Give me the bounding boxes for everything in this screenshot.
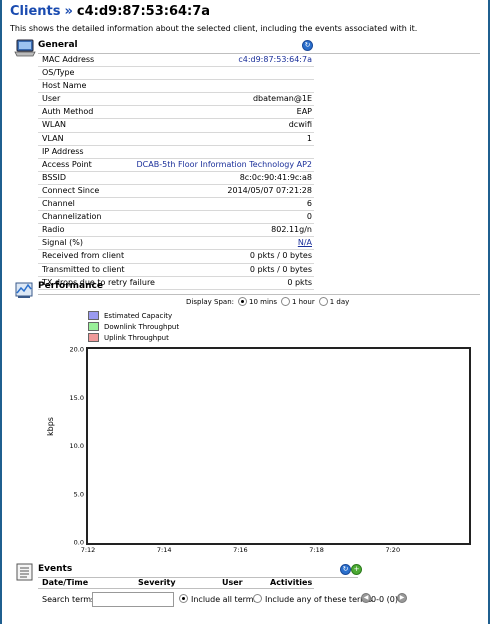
next-page-icon[interactable]: ▶ (397, 593, 407, 603)
events-search-row: Search terms Include all terms Include a… (38, 592, 478, 608)
search-terms-label: Search terms (42, 595, 96, 604)
pager-range: 0-0 (0) (371, 595, 398, 604)
y-tick-label: 5.0 (74, 490, 84, 498)
y-tick-label: 15.0 (70, 394, 84, 402)
events-section-header: Events ↻ + (38, 563, 362, 578)
include-all-terms-radio[interactable] (179, 594, 188, 603)
chart-plot-area (86, 347, 471, 545)
x-tick-label: 7:18 (309, 546, 324, 554)
include-any-terms-radio[interactable] (253, 594, 262, 603)
column-activities[interactable]: Activities (270, 578, 312, 587)
column-user[interactable]: User (222, 578, 243, 587)
x-tick-label: 7:16 (233, 546, 248, 554)
x-tick-label: 7:12 (81, 546, 96, 554)
y-tick-label: 10.0 (70, 442, 84, 450)
x-tick-label: 7:14 (157, 546, 172, 554)
previous-page-icon[interactable]: ◀ (361, 593, 371, 603)
column-date-time[interactable]: Date/Time (42, 578, 88, 587)
include-all-terms-label: Include all terms (191, 595, 258, 604)
events-list-icon (14, 562, 36, 586)
column-severity[interactable]: Severity (138, 578, 176, 587)
events-table-header: Date/Time Severity User Activities (38, 577, 314, 589)
search-terms-input[interactable] (92, 592, 174, 607)
events-section-title: Events (38, 564, 73, 574)
events-refresh-icon[interactable]: ↻ (340, 564, 351, 575)
x-tick-label: 7:20 (385, 546, 400, 554)
include-any-terms-label: Include any of these terms (265, 595, 373, 604)
events-export-icon[interactable]: + (351, 564, 362, 575)
y-tick-label: 20.0 (70, 346, 84, 354)
